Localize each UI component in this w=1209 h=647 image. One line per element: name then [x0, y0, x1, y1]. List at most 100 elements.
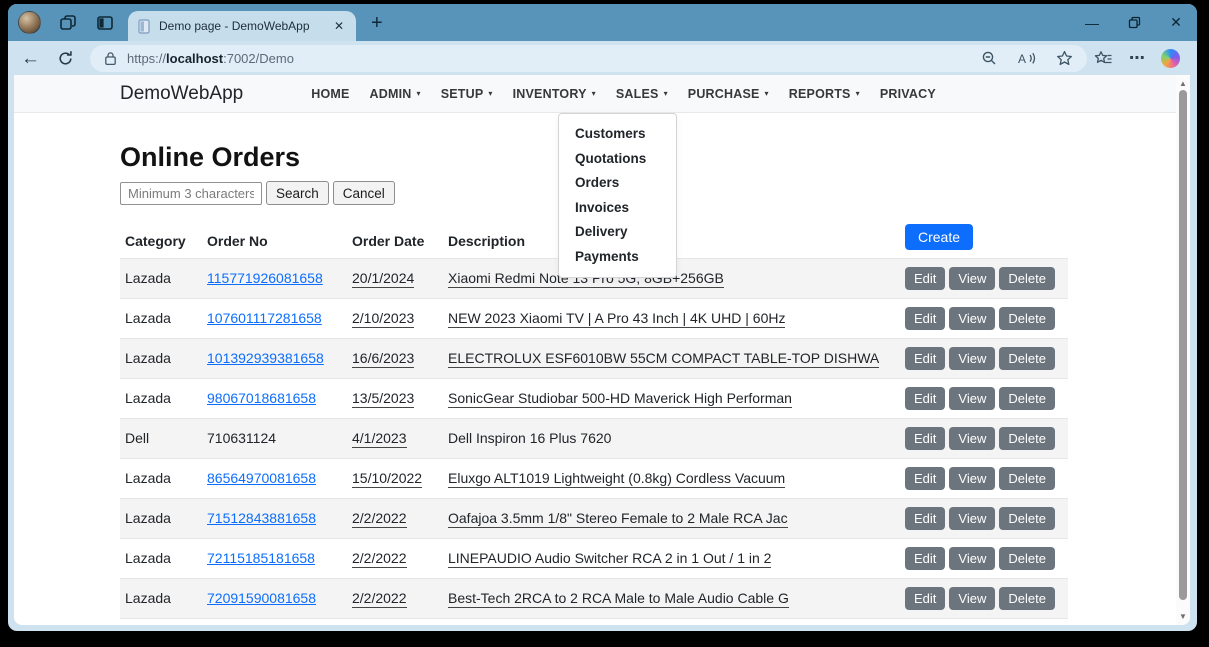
action-edit-button[interactable]: Edit: [905, 587, 945, 610]
zoom-out-icon[interactable]: [981, 50, 998, 67]
nav-item-inventory[interactable]: INVENTORY▾: [503, 87, 606, 101]
lock-icon[interactable]: [104, 51, 117, 66]
table-row: Lazada10139293938165816/6/2023ELECTROLUX…: [120, 338, 1068, 378]
search-button[interactable]: Search: [266, 181, 329, 205]
action-view-button[interactable]: View: [949, 347, 995, 370]
cell-description: NEW 2023 Xiaomi TV | A Pro 43 Inch | 4K …: [443, 298, 900, 338]
nav-item-sales[interactable]: SALES▾: [606, 87, 678, 101]
action-edit-button[interactable]: Edit: [905, 507, 945, 530]
action-edit-button[interactable]: Edit: [905, 267, 945, 290]
action-view-button[interactable]: View: [949, 587, 995, 610]
nav-item-home[interactable]: HOME: [301, 87, 359, 101]
order-no-link[interactable]: 72091590081658: [207, 590, 316, 606]
nav-item-setup[interactable]: SETUP▾: [431, 87, 503, 101]
tab-close-icon[interactable]: ✕: [331, 19, 347, 33]
cell-description: Oafajoa 3.5mm 1/8" Stereo Female to 2 Ma…: [443, 498, 900, 538]
cell-category: Lazada: [120, 298, 202, 338]
order-no-link[interactable]: 71512843881658: [207, 510, 316, 526]
action-delete-button[interactable]: Delete: [999, 587, 1055, 610]
action-delete-button[interactable]: Delete: [999, 307, 1055, 330]
cell-order-date: 20/1/2024: [347, 258, 443, 298]
nav-item-label: ADMIN: [370, 87, 412, 101]
order-no-link[interactable]: 115771926081658: [207, 270, 323, 286]
action-delete-button[interactable]: Delete: [999, 347, 1055, 370]
action-delete-button[interactable]: Delete: [999, 427, 1055, 450]
minimize-button[interactable]: —: [1071, 4, 1113, 41]
favorite-star-icon[interactable]: [1056, 50, 1073, 66]
close-button[interactable]: ✕: [1155, 4, 1197, 41]
create-button[interactable]: Create: [905, 224, 973, 250]
browser-titlebar: Demo page - DemoWebApp ✕ + — ✕: [8, 4, 1197, 41]
header-order-date: Order Date: [347, 224, 443, 258]
nav-item-purchase[interactable]: PURCHASE▾: [678, 87, 779, 101]
action-edit-button[interactable]: Edit: [905, 427, 945, 450]
favorites-bar-icon[interactable]: [1094, 50, 1113, 66]
caret-down-icon: ▾: [856, 89, 860, 98]
menu-item-orders[interactable]: Orders: [559, 171, 676, 196]
scrollbar-thumb[interactable]: [1179, 90, 1187, 600]
caret-down-icon: ▾: [488, 89, 492, 98]
action-view-button[interactable]: View: [949, 507, 995, 530]
menu-item-customers[interactable]: Customers: [559, 122, 676, 147]
action-view-button[interactable]: View: [949, 547, 995, 570]
order-no-link[interactable]: 101392939381658: [207, 350, 324, 366]
action-edit-button[interactable]: Edit: [905, 467, 945, 490]
split-screen-icon[interactable]: [95, 13, 115, 33]
page-scrollbar[interactable]: ▲ ▼: [1176, 75, 1190, 625]
nav-item-label: REPORTS: [789, 87, 851, 101]
action-view-button[interactable]: View: [949, 467, 995, 490]
action-edit-button[interactable]: Edit: [905, 347, 945, 370]
action-view-button[interactable]: View: [949, 307, 995, 330]
cancel-button[interactable]: Cancel: [333, 181, 395, 205]
action-delete-button[interactable]: Delete: [999, 467, 1055, 490]
nav-item-admin[interactable]: ADMIN▾: [360, 87, 431, 101]
menu-item-delivery[interactable]: Delivery: [559, 220, 676, 245]
profile-avatar[interactable]: [18, 11, 41, 34]
cell-order-date: 4/1/2023: [347, 418, 443, 458]
scrollbar-up-icon[interactable]: ▲: [1176, 76, 1190, 90]
cell-actions: EditViewDelete: [900, 338, 1068, 378]
order-no-link[interactable]: 98067018681658: [207, 390, 316, 406]
scrollbar-down-icon[interactable]: ▼: [1176, 609, 1190, 623]
cell-actions: EditViewDelete: [900, 258, 1068, 298]
workspaces-icon[interactable]: [58, 13, 78, 33]
more-menu-icon[interactable]: ⋯: [1129, 48, 1145, 68]
app-navbar: DemoWebApp HOMEADMIN▾SETUP▾INVENTORY▾SAL…: [14, 75, 1190, 113]
browser-tab[interactable]: Demo page - DemoWebApp ✕: [128, 11, 356, 41]
restore-button[interactable]: [1113, 4, 1155, 41]
cell-actions: EditViewDelete: [900, 418, 1068, 458]
action-view-button[interactable]: View: [949, 427, 995, 450]
read-aloud-icon[interactable]: A: [1018, 51, 1036, 66]
action-delete-button[interactable]: Delete: [999, 547, 1055, 570]
order-no-link[interactable]: 72115185181658: [207, 550, 315, 566]
cell-order-no: 71952587881658: [202, 618, 347, 625]
action-edit-button[interactable]: Edit: [905, 307, 945, 330]
order-no-link[interactable]: 107601117281658: [207, 310, 322, 326]
menu-item-invoices[interactable]: Invoices: [559, 196, 676, 221]
action-edit-button[interactable]: Edit: [905, 387, 945, 410]
new-tab-button[interactable]: +: [371, 13, 383, 33]
action-view-button[interactable]: View: [949, 387, 995, 410]
action-delete-button[interactable]: Delete: [999, 267, 1055, 290]
cell-category: Lazada: [120, 378, 202, 418]
action-delete-button[interactable]: Delete: [999, 387, 1055, 410]
action-delete-button[interactable]: Delete: [999, 507, 1055, 530]
table-row: Lazada8656497008165815/10/2022Eluxgo ALT…: [120, 458, 1068, 498]
nav-item-reports[interactable]: REPORTS ▾: [779, 87, 870, 101]
cell-category: Dell: [120, 418, 202, 458]
cell-category: Lazada: [120, 538, 202, 578]
nav-item-privacy[interactable]: PRIVACY: [870, 87, 946, 101]
caret-down-icon: ▾: [765, 89, 769, 98]
search-input[interactable]: [120, 182, 262, 205]
menu-item-quotations[interactable]: Quotations: [559, 147, 676, 172]
copilot-icon[interactable]: [1161, 49, 1180, 68]
menu-item-payments[interactable]: Payments: [559, 245, 676, 270]
back-icon[interactable]: ←: [21, 49, 40, 68]
refresh-icon[interactable]: [57, 50, 74, 67]
address-bar[interactable]: https://localhost:7002/Demo A: [90, 45, 1087, 72]
action-edit-button[interactable]: Edit: [905, 547, 945, 570]
order-no-link[interactable]: 86564970081658: [207, 470, 316, 486]
app-brand[interactable]: DemoWebApp: [120, 83, 243, 105]
action-view-button[interactable]: View: [949, 267, 995, 290]
cell-description: Dell Inspiron 16 Plus 7620: [443, 418, 900, 458]
